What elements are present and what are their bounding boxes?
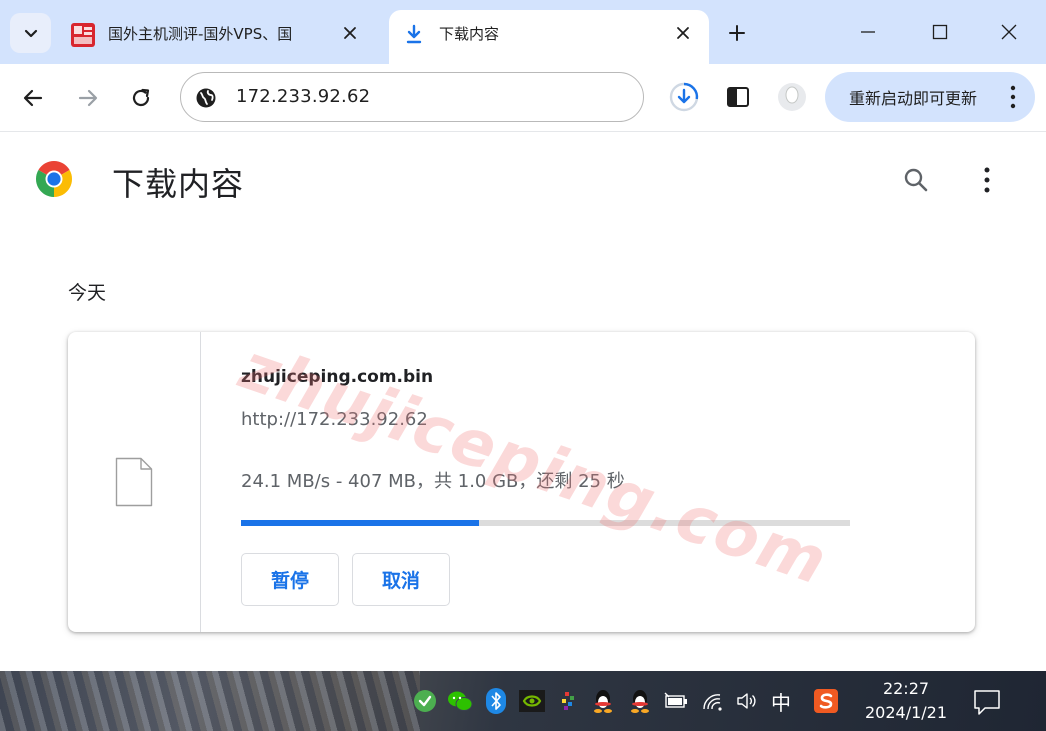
search-icon bbox=[904, 168, 928, 192]
plus-icon bbox=[729, 25, 745, 41]
qq-tray-icon-2[interactable] bbox=[627, 688, 653, 714]
cancel-button[interactable]: 取消 bbox=[352, 553, 450, 606]
qq-tray-icon[interactable] bbox=[590, 688, 616, 714]
clock-time: 22:27 bbox=[882, 679, 930, 698]
minimize-icon bbox=[861, 31, 875, 33]
security-tray-icon[interactable] bbox=[412, 688, 438, 714]
download-item: zhujiceping.com.bin http://172.233.92.62… bbox=[68, 332, 975, 632]
app-grid-tray-icon[interactable] bbox=[555, 688, 581, 714]
download-source-url[interactable]: http://172.233.92.62 bbox=[241, 409, 428, 430]
download-icon bbox=[406, 24, 422, 44]
speaker-icon bbox=[737, 693, 756, 709]
battery-tray-icon[interactable] bbox=[663, 688, 689, 714]
file-icon bbox=[115, 457, 153, 507]
page-title: 下载内容 bbox=[112, 165, 245, 203]
input-method-indicator[interactable]: 中 bbox=[771, 687, 791, 716]
download-progress-icon bbox=[669, 82, 699, 112]
side-panel-button[interactable] bbox=[721, 80, 755, 114]
url-text: 172.233.92.62 bbox=[236, 86, 371, 107]
qq-penguin-icon bbox=[594, 690, 612, 713]
downloads-toolbar-button[interactable] bbox=[667, 80, 701, 114]
pause-button[interactable]: 暂停 bbox=[241, 553, 339, 606]
arrow-right-icon bbox=[78, 89, 98, 107]
address-bar[interactable]: 172.233.92.62 bbox=[180, 72, 644, 122]
clock-date: 2024/1/21 bbox=[864, 703, 948, 722]
window-close-button[interactable] bbox=[989, 14, 1029, 50]
tab-close-button[interactable] bbox=[671, 21, 695, 45]
minimize-button[interactable] bbox=[848, 14, 888, 50]
tab-downloads[interactable]: 下载内容 bbox=[389, 10, 709, 64]
qq-penguin-icon bbox=[631, 690, 649, 713]
new-tab-button[interactable] bbox=[722, 18, 752, 48]
back-button[interactable] bbox=[17, 82, 49, 114]
download-progress-fill bbox=[241, 520, 479, 526]
forward-button[interactable] bbox=[72, 82, 104, 114]
reload-button[interactable] bbox=[125, 82, 157, 114]
tab-strip: 国外主机测评-国外VPS、国 下载内容 bbox=[0, 0, 1046, 64]
globe-icon[interactable] bbox=[195, 87, 217, 109]
more-actions-button[interactable] bbox=[972, 164, 1002, 196]
notification-icon[interactable] bbox=[972, 687, 1002, 717]
wifi-icon bbox=[703, 694, 722, 711]
close-icon bbox=[1001, 24, 1017, 40]
reload-icon bbox=[132, 88, 150, 107]
more-vert-icon bbox=[984, 167, 990, 193]
tab-title: 下载内容 bbox=[439, 25, 500, 43]
download-filename[interactable]: zhujiceping.com.bin bbox=[241, 367, 433, 387]
nvidia-tray-icon[interactable] bbox=[519, 688, 545, 714]
bluetooth-tray-icon[interactable] bbox=[483, 688, 509, 714]
wechat-tray-icon[interactable] bbox=[447, 688, 473, 714]
volume-tray-icon[interactable] bbox=[734, 688, 760, 714]
close-icon bbox=[344, 27, 356, 39]
shield-check-icon bbox=[414, 690, 436, 712]
grid-icon bbox=[562, 692, 574, 710]
taskbar: 中 22:27 2024/1/21 bbox=[0, 671, 1046, 731]
avatar-icon bbox=[778, 83, 806, 111]
tab-zhujiceping[interactable]: 国外主机测评-国外VPS、国 bbox=[58, 10, 376, 64]
maximize-button[interactable] bbox=[920, 14, 960, 50]
sogou-tray-icon[interactable] bbox=[813, 688, 839, 714]
profile-button[interactable] bbox=[775, 80, 809, 114]
file-icon-column bbox=[68, 332, 201, 632]
wifi-tray-icon[interactable] bbox=[701, 688, 727, 714]
wallpaper-strip bbox=[0, 671, 420, 731]
relaunch-to-update-button[interactable]: 重新启动即可更新 bbox=[825, 72, 1035, 122]
battery-plug-icon bbox=[664, 692, 687, 708]
chrome-logo-icon bbox=[35, 160, 73, 197]
tab-search-button[interactable] bbox=[10, 13, 51, 53]
browser-toolbar: 172.233.92.62 重新启动即可更新 bbox=[0, 64, 1046, 132]
chevron-down-icon bbox=[24, 29, 37, 38]
search-downloads-button[interactable] bbox=[900, 164, 932, 196]
side-panel-icon bbox=[727, 87, 749, 107]
tab-title: 国外主机测评-国外VPS、国 bbox=[108, 25, 293, 43]
maximize-icon bbox=[932, 24, 948, 40]
nvidia-icon bbox=[519, 690, 545, 712]
arrow-left-icon bbox=[23, 89, 43, 107]
download-progress-bar bbox=[241, 520, 850, 526]
close-icon bbox=[677, 27, 689, 39]
download-status: 24.1 MB/s - 407 MB，共 1.0 GB，还剩 25 秒 bbox=[241, 471, 625, 492]
more-vert-icon[interactable] bbox=[1009, 85, 1017, 109]
bluetooth-icon bbox=[486, 688, 506, 714]
wechat-icon bbox=[448, 691, 473, 711]
update-label: 重新启动即可更新 bbox=[849, 89, 978, 108]
tab-close-button[interactable] bbox=[338, 21, 362, 45]
system-clock[interactable]: 22:27 2024/1/21 bbox=[858, 677, 954, 725]
date-section-header: 今天 bbox=[68, 282, 107, 304]
sogou-s-icon bbox=[814, 689, 838, 713]
zhujiceping-favicon bbox=[71, 23, 95, 47]
